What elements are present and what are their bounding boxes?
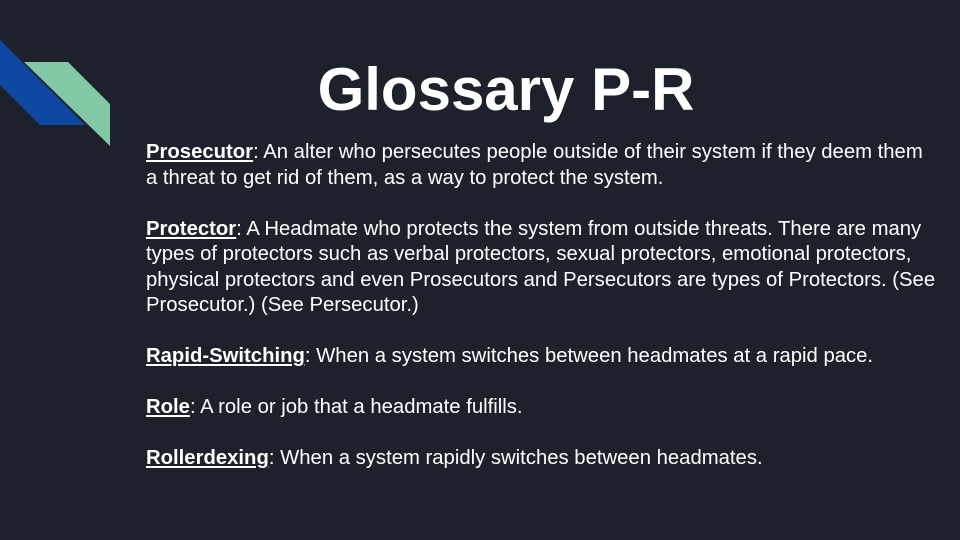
glossary-definition: When a system rapidly switches between h… <box>274 447 763 469</box>
glossary-entry-rapid-switching: Rapid-Switching: When a system switches … <box>146 344 936 370</box>
glossary-list: Prosecutor: An alter who persecutes peop… <box>146 140 936 497</box>
glossary-entry-role: Role: A role or job that a headmate fulf… <box>146 395 936 421</box>
slide-title: Glossary P-R <box>317 56 695 123</box>
glossary-definition: A Headmate who protects the system from … <box>146 217 936 317</box>
glossary-definition: An alter who persecutes people outside o… <box>146 141 923 189</box>
glossary-term: Role <box>146 396 190 418</box>
glossary-term: Prosecutor <box>146 141 254 163</box>
glossary-entry-protector: Protector: A Headmate who protects the s… <box>146 217 936 319</box>
glossary-entry-rollerdexing: Rollerdexing: When a system rapidly swit… <box>146 446 936 472</box>
glossary-term: Protector <box>146 217 237 240</box>
slide: Glossary P-R Prosecutor: An alter who pe… <box>0 0 960 540</box>
glossary-term: Rapid-Switching <box>146 345 305 367</box>
glossary-definition: A role or job that a headmate fulfills. <box>195 396 523 418</box>
glossary-definition: When a system switches between headmates… <box>310 345 874 367</box>
glossary-entry-prosecutor: Prosecutor: An alter who persecutes peop… <box>146 140 936 191</box>
glossary-term: Rollerdexing <box>146 447 269 469</box>
